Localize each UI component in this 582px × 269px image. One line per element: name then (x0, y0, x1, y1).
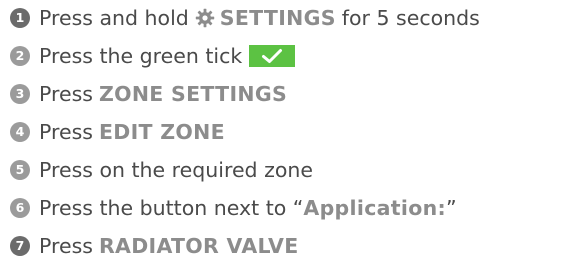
zone-settings-keyword: ZONE SETTINGS (98, 82, 288, 106)
step-text: Press the green tick (39, 44, 243, 68)
step-number-badge: 5 (10, 160, 30, 180)
radiator-valve-keyword: RADIATOR VALVE (98, 234, 299, 258)
step-text: Press the button next to “ (39, 196, 304, 220)
check-icon (262, 49, 283, 63)
step-text: Press on the required zone (39, 158, 313, 182)
gear-icon (195, 8, 214, 28)
step-number-badge: 7 (10, 236, 30, 256)
application-keyword: Application: (303, 196, 446, 220)
step-5: 5 Press on the required zone (10, 155, 313, 185)
step-text: Press and hold (39, 6, 189, 30)
step-7: 7 Press RADIATOR VALVE (10, 231, 299, 261)
green-tick-button-icon (249, 45, 296, 67)
step-3: 3 Press ZONE SETTINGS (10, 79, 287, 109)
step-number-badge: 6 (10, 198, 30, 218)
step-text-suffix: ” (445, 196, 457, 220)
step-2: 2 Press the green tick (10, 41, 296, 71)
step-text: Press (39, 234, 93, 258)
step-4: 4 Press EDIT ZONE (10, 117, 225, 147)
step-number-badge: 4 (10, 122, 30, 142)
step-text-suffix: for 5 seconds (341, 6, 480, 30)
step-text: Press (39, 82, 93, 106)
step-6: 6 Press the button next to “ Application… (10, 193, 457, 223)
step-number-badge: 3 (10, 84, 30, 104)
step-number-badge: 1 (10, 8, 30, 28)
step-1: 1 Press and hold SETTINGS for 5 seconds (10, 3, 480, 33)
step-text: Press (39, 120, 93, 144)
edit-zone-keyword: EDIT ZONE (98, 120, 225, 144)
step-number-badge: 2 (10, 46, 30, 66)
settings-keyword: SETTINGS (219, 6, 336, 30)
instruction-steps-list: 1 Press and hold SETTINGS for 5 seconds … (0, 0, 582, 269)
